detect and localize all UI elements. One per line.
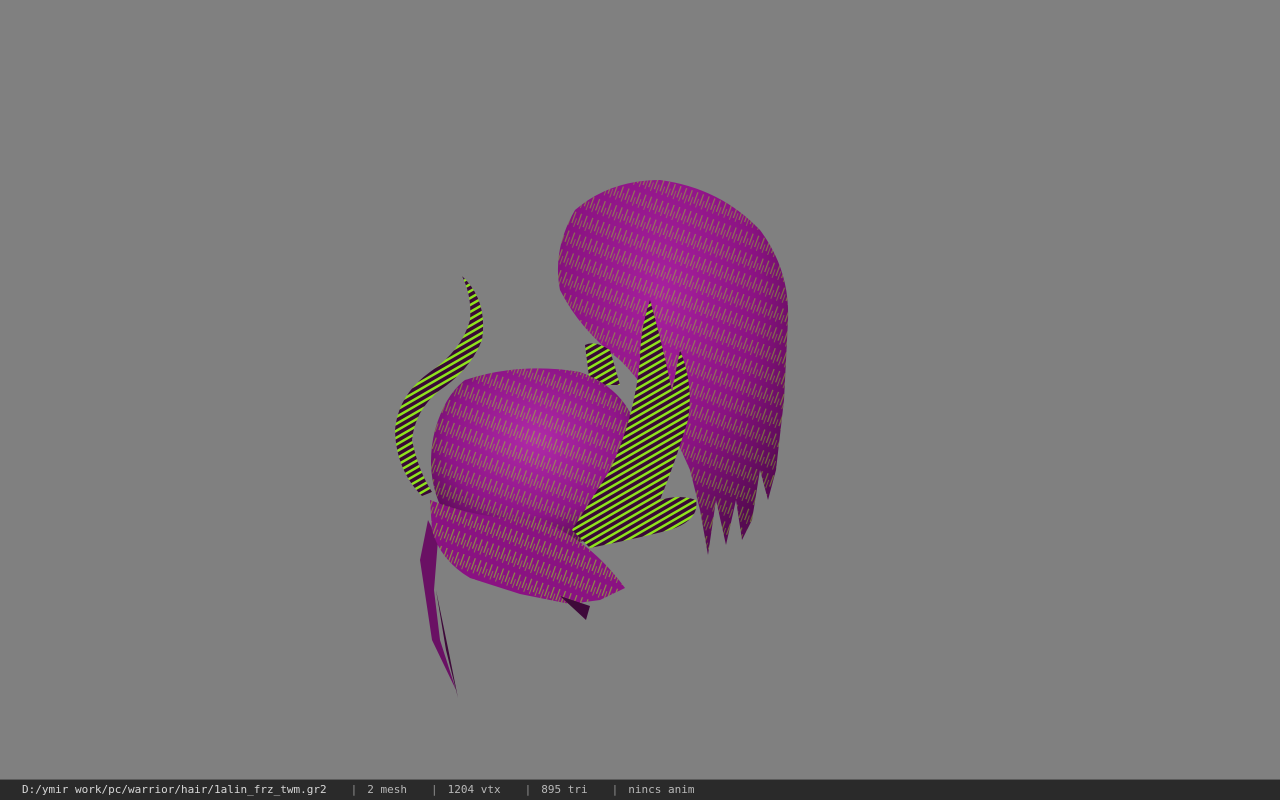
status-separator: | (431, 783, 438, 796)
hair-model-render (395, 180, 789, 698)
vertex-count-label: 1204 vtx (447, 783, 501, 796)
mesh-count-label: 2 mesh (367, 783, 408, 796)
3d-viewport[interactable] (0, 0, 1280, 779)
status-separator: | (350, 783, 358, 796)
status-separator: | (524, 783, 532, 796)
animation-status-label: nincs anim (628, 783, 695, 796)
file-path-label: D:/ymir work/pc/warrior/hair/1alin_frz_t… (22, 783, 327, 796)
status-bar: D:/ymir work/pc/warrior/hair/1alin_frz_t… (0, 779, 1280, 800)
status-separator: | (611, 783, 619, 796)
triangle-count-label: 895 tri (541, 783, 588, 796)
